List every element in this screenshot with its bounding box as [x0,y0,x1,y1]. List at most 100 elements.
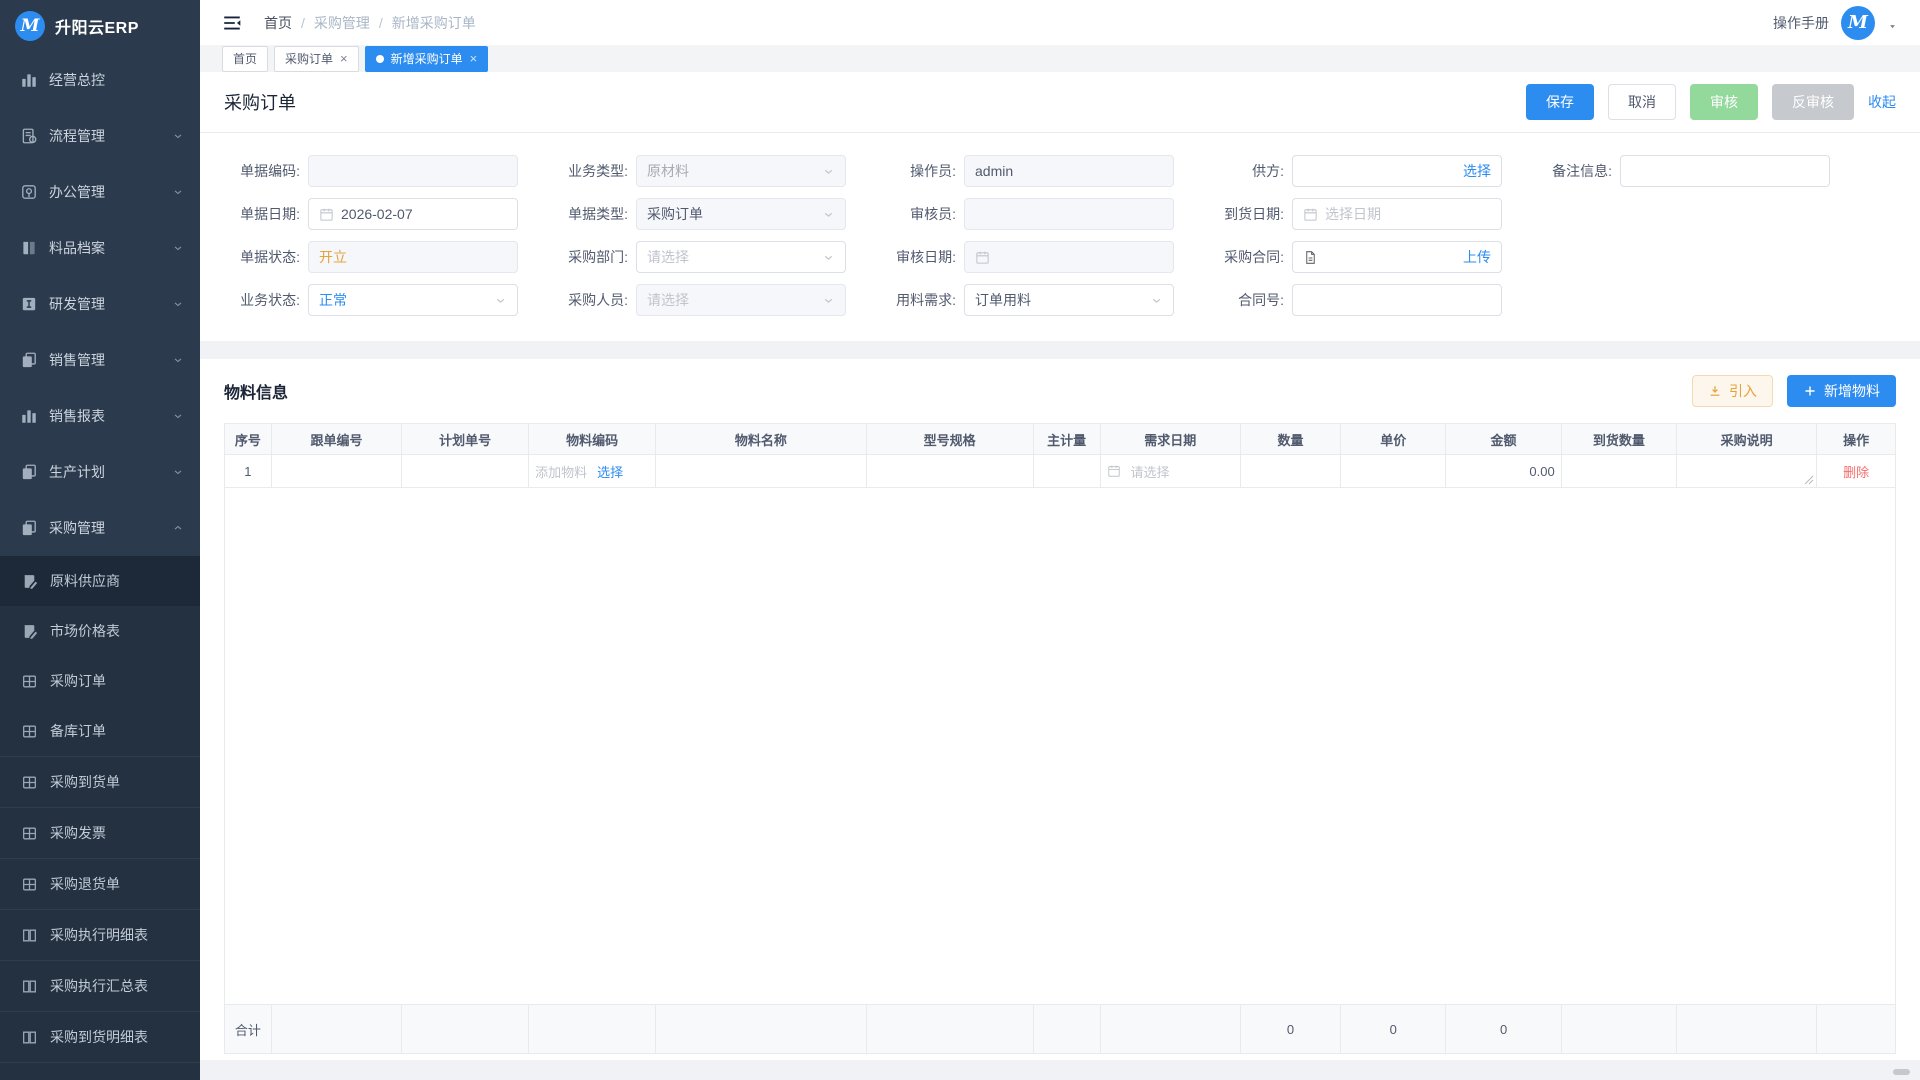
empty-cell [225,488,1896,1005]
field-auditor: 审核员: [880,198,1174,230]
table-header-row: 序号跟单编号计划单号物料编码物料名称型号规格主计量需求日期数量单价金额到货数量采… [225,424,1896,455]
purchase-dept-select[interactable]: 请选择 [636,241,846,273]
operator-value: admin [975,163,1163,179]
col-index: 序号 [225,424,272,455]
contract-no-input[interactable] [1292,284,1502,316]
cell-quantity[interactable] [1240,455,1340,488]
select-material-link[interactable]: 选择 [597,462,623,481]
manual-link[interactable]: 操作手册 [1773,13,1829,33]
pages-icon [20,463,38,481]
select-link[interactable]: 选择 [1463,161,1491,181]
collapse-button[interactable]: 收起 [1868,84,1896,120]
auditor-input [964,198,1174,230]
cancel-button[interactable]: 取消 [1608,84,1676,120]
materials-table-wrap: 序号跟单编号计划单号物料编码物料名称型号规格主计量需求日期数量单价金额到货数量采… [224,423,1896,1054]
remarks-input[interactable] [1620,155,1830,187]
sidebar-item-料品档案[interactable]: 料品档案 [0,220,200,276]
cell-amount[interactable]: 0.00 [1446,455,1561,488]
doc-edit-icon [21,573,38,590]
cell-plan-no[interactable] [402,455,529,488]
sidebar-subitem-采购订单[interactable]: 采购订单 [0,656,200,706]
sidebar-item-销售管理[interactable]: 销售管理 [0,332,200,388]
cell-action[interactable]: 删除 [1817,455,1896,488]
chevron-down-icon [172,130,184,142]
sidebar-subitem-采购执行明细表[interactable]: 采购执行明细表 [0,909,200,960]
section-title: 物料信息 [224,379,288,403]
cell-model-spec[interactable] [866,455,1033,488]
sidebar-item-办公管理[interactable]: 办公管理 [0,164,200,220]
col-amount: 金额 [1446,424,1561,455]
total-demand-date [1100,1005,1240,1054]
demand-date-placeholder: 请选择 [1131,462,1170,481]
upload-link[interactable]: 上传 [1463,247,1491,267]
tab-新增采购订单[interactable]: 新增采购订单× [365,46,489,72]
cell-main-unit[interactable] [1033,455,1100,488]
cell-order-no[interactable] [271,455,401,488]
table-row: 1添加物料选择请选择0.00删除 [225,455,1896,488]
avatar[interactable]: M [1841,6,1875,40]
sidebar-subitem-采购发票[interactable]: 采购发票 [0,807,200,858]
materials-card: 物料信息 引入 新增物料 序号跟单编号计划单号物料编码物料名称型号规格主计量需求 [200,359,1920,1060]
delete-row-link[interactable]: 删除 [1843,465,1869,480]
cell-purchase-note[interactable] [1677,455,1817,488]
sidebar-subitem-采购到货明细表[interactable]: 采购到货明细表 [0,1011,200,1062]
cell-material-name[interactable] [656,455,867,488]
topbar-right: 操作手册 M [1773,6,1898,40]
tab-首页[interactable]: 首页 [222,46,268,72]
cell-demand-date[interactable]: 请选择 [1100,455,1240,488]
cell-material-code[interactable]: 添加物料选择 [529,455,656,488]
sidebar-subitem-采购退货单[interactable]: 采购退货单 [0,858,200,909]
table-empty-area [225,488,1896,1005]
sidebar-subitem-原料供应商[interactable]: 原料供应商 [0,556,200,606]
sidebar-item-经营总控[interactable]: 经营总控 [0,52,200,108]
hamburger-icon[interactable] [222,14,242,32]
arrival-date-date-input[interactable]: 选择日期 [1292,198,1502,230]
sidebar-item-采购管理[interactable]: 采购管理 [0,500,200,556]
sidebar-item-研发管理[interactable]: 研发管理 [0,276,200,332]
supplier-input[interactable]: 选择 [1292,155,1502,187]
sidebar-subitem-label: 采购订单 [50,671,184,691]
add-material-button[interactable]: 新增物料 [1787,375,1896,407]
col-material-name: 物料名称 [656,424,867,455]
doc-date-label: 单据日期: [224,204,300,224]
save-button[interactable]: 保存 [1526,84,1594,120]
field-doc-code: 单据编码: [224,155,518,187]
cell-unit-price[interactable] [1341,455,1446,488]
sidebar-subitem-采购执行汇总表[interactable]: 采购执行汇总表 [0,960,200,1011]
horizontal-scrollbar-thumb[interactable] [1893,1069,1910,1075]
import-button-label: 引入 [1729,381,1757,401]
breadcrumb-item-采购管理[interactable]: 采购管理 [314,13,370,33]
col-order-no: 跟单编号 [271,424,401,455]
sidebar-item-销售报表[interactable]: 销售报表 [0,388,200,444]
tab-采购订单[interactable]: 采购订单× [274,46,359,72]
purchase-contract-upload-box[interactable]: 上传 [1292,241,1502,273]
col-arrival-qty: 到货数量 [1561,424,1676,455]
biz-status-select[interactable]: 正常 [308,284,518,316]
close-icon[interactable]: × [340,52,348,65]
sidebar-item-label: 采购管理 [49,518,172,538]
field-supplier: 供方:选择 [1208,155,1502,187]
app-title: 升阳云ERP [55,14,139,38]
biz-type-value: 原材料 [647,161,815,181]
tab-bar: 首页采购订单×新增采购订单× [200,45,1920,72]
doc-date-date-input[interactable]: 2026-02-07 [308,198,518,230]
resize-grip-icon[interactable] [1804,475,1814,485]
materials-header: 物料信息 引入 新增物料 [200,359,1920,423]
breadcrumb-item-首页[interactable]: 首页 [264,13,292,33]
sidebar-item-流程管理[interactable]: 流程管理 [0,108,200,164]
sidebar-subitem-采购到货单[interactable]: 采购到货单 [0,756,200,807]
field-purchase-staff: 采购人员:请选择 [552,284,846,316]
doc-type-label: 单据类型: [552,204,628,224]
col-main-unit: 主计量 [1033,424,1100,455]
sidebar-item-label: 料品档案 [49,238,172,258]
sidebar-item-生产计划[interactable]: 生产计划 [0,444,200,500]
sidebar-subitem-采购发票明细表[interactable]: 采购发票明细表 [0,1062,200,1080]
sidebar-subitem-市场价格表[interactable]: 市场价格表 [0,606,200,656]
caret-down-icon[interactable] [1887,21,1898,32]
cell-arrival-qty[interactable] [1561,455,1676,488]
sidebar-subitem-备库订单[interactable]: 备库订单 [0,706,200,756]
material-demand-select[interactable]: 订单用料 [964,284,1174,316]
close-icon[interactable]: × [470,52,478,65]
table-grid-icon [21,825,38,842]
import-button[interactable]: 引入 [1692,375,1773,407]
